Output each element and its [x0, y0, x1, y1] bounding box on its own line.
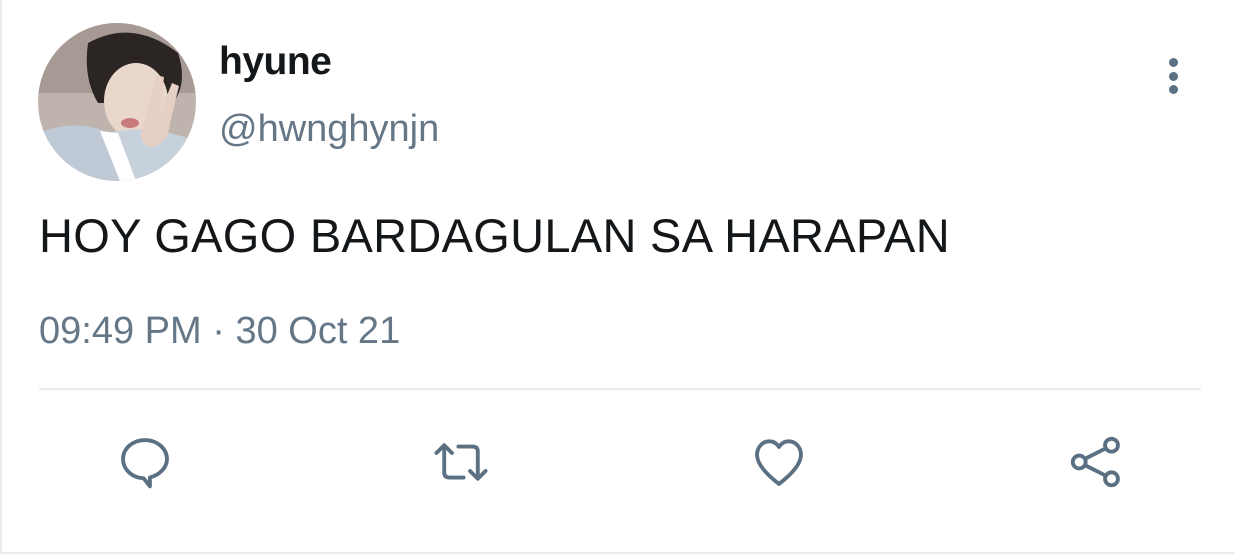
retweet-button[interactable] [429, 430, 493, 494]
tweet-text: HOY GAGO BARDAGULAN SA HARAPAN [39, 209, 950, 262]
avatar[interactable] [38, 23, 196, 181]
retweet-icon [434, 443, 488, 481]
tweet-time: 09:49 PM [39, 310, 202, 352]
more-options-button[interactable] [1158, 54, 1188, 98]
display-name[interactable]: hyune [219, 40, 332, 84]
avatar-image [38, 23, 196, 181]
more-vertical-icon [1168, 58, 1178, 67]
tweet-date: 30 Oct 21 [235, 310, 401, 352]
tweet-card: hyune @hwnghynjn HOY GAGO BARDAGULAN SA … [0, 0, 1235, 554]
user-handle[interactable]: @hwnghynjn [219, 108, 439, 151]
share-button[interactable] [1064, 430, 1128, 494]
reply-icon [121, 438, 169, 489]
heart-icon [755, 439, 803, 486]
tweet-timestamp: 09:49 PM · 30 Oct 21 [39, 310, 400, 353]
meta-separator: · [212, 310, 225, 352]
like-button[interactable] [747, 430, 811, 494]
share-icon [1070, 436, 1120, 488]
divider [39, 388, 1201, 390]
reply-button[interactable] [113, 430, 177, 494]
